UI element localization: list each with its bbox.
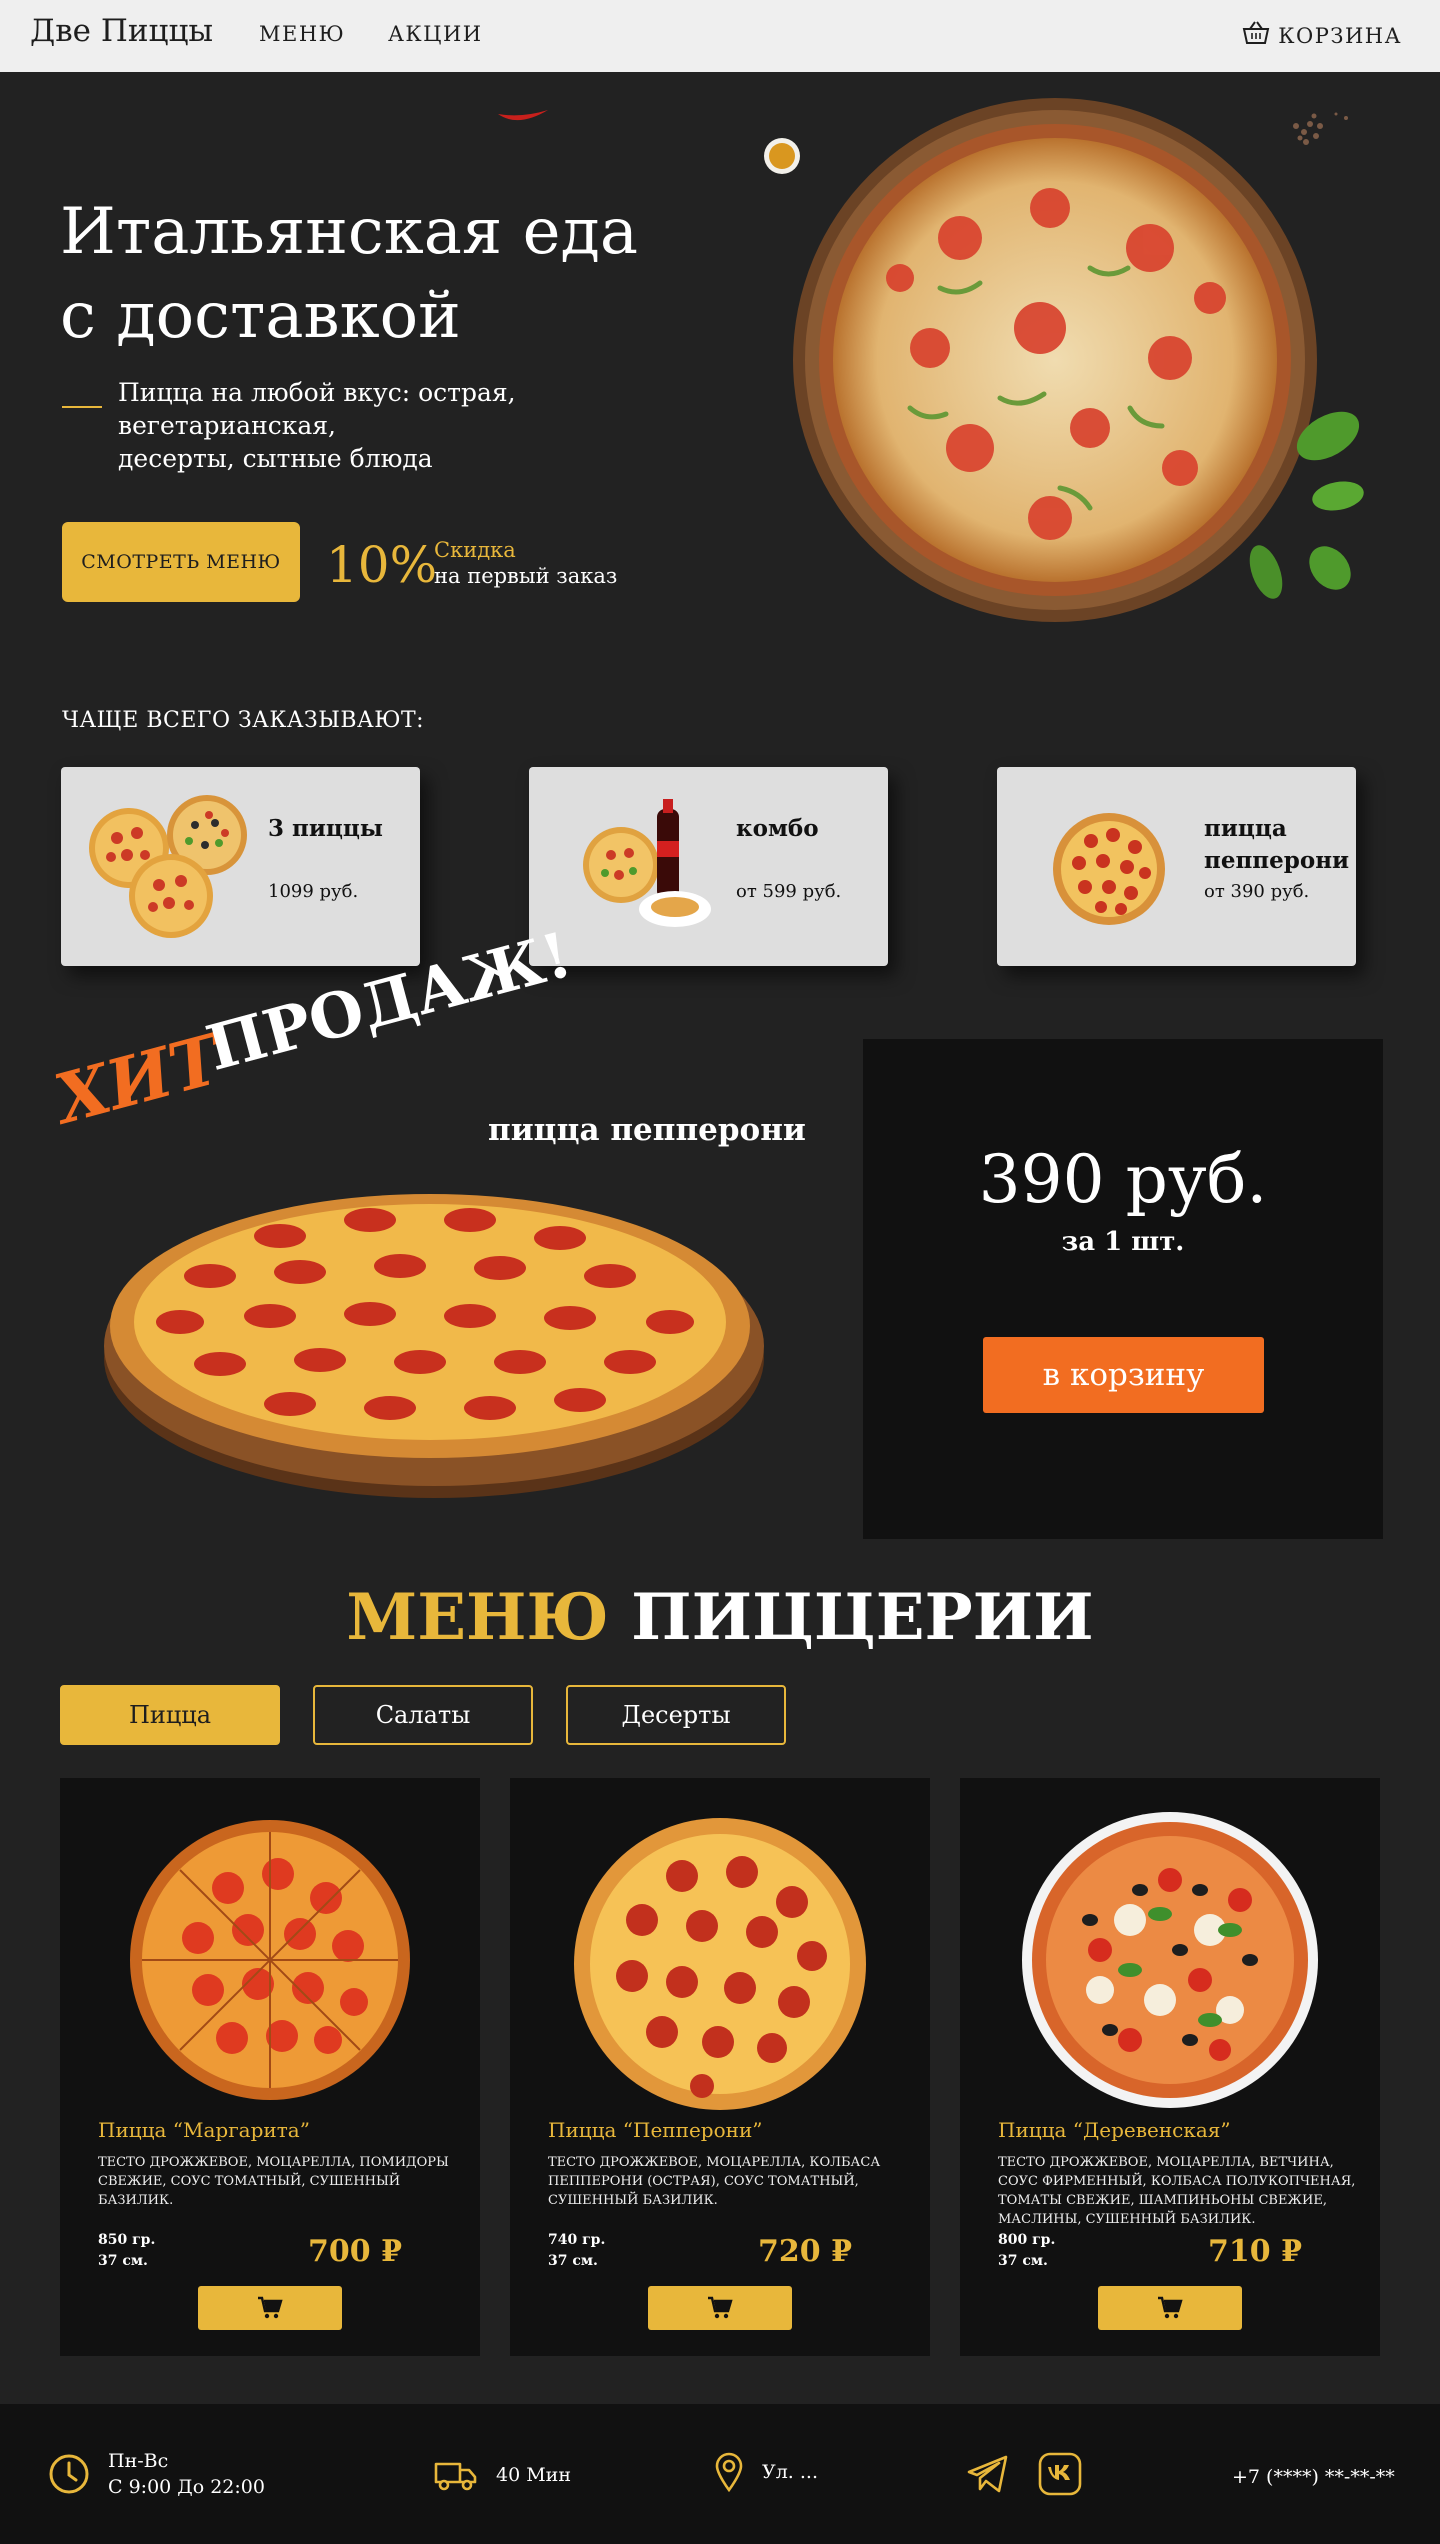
- menu-title: МЕНЮ ПИЦЦЕРИИ: [0, 1580, 1440, 1655]
- menu-item-price: 710 ₽: [1208, 2234, 1302, 2269]
- delivery-truck-icon: [434, 2462, 477, 2491]
- site-footer: Пн-Вс С 9:00 До 22:00 40 Мин Ул. ... +7 …: [0, 2404, 1440, 2544]
- add-to-cart-button[interactable]: [198, 2286, 342, 2330]
- hero-subtitle-line1: Пицца на любой вкус: острая, вегетарианс…: [118, 378, 516, 440]
- hero-dash: [62, 406, 102, 408]
- shopping-cart-icon: [258, 2296, 283, 2319]
- menu-item-size: 37 см.: [98, 2253, 148, 2269]
- popular-item-price: 1099 руб.: [268, 881, 359, 902]
- menu-item-weight: 850 гр.: [98, 2232, 156, 2248]
- promo-text: на первый заказ: [434, 564, 618, 588]
- hero-title-line2: с доставкой: [60, 279, 461, 353]
- menu-item-specs: 740 гр. 37 см.: [548, 2230, 605, 2272]
- hero-title: Итальянская еда с доставкой: [60, 190, 638, 358]
- hero-subtitle: Пицца на любой вкус: острая, вегетарианс…: [118, 376, 718, 475]
- menu-item-card: Пицца “Деревенская” Тесто дрожжевое, моц…: [960, 1778, 1380, 2356]
- popular-item-price: от 390 руб.: [1204, 881, 1310, 902]
- shopping-cart-icon: [1158, 2296, 1183, 2319]
- location-pin-icon: [715, 2452, 743, 2492]
- nav-menu-link[interactable]: МЕНЮ: [259, 21, 345, 47]
- popular-item-name: 3 пиццы: [268, 815, 383, 842]
- popular-item-name: комбо: [736, 815, 819, 842]
- menu-item-weight: 740 гр.: [548, 2232, 606, 2248]
- popular-item-name-line1: пицца: [1204, 815, 1287, 842]
- popular-card-combo[interactable]: комбо от 599 руб.: [529, 767, 888, 966]
- cart-link[interactable]: КОРЗИНА: [1242, 20, 1402, 51]
- footer-address[interactable]: Ул. ...: [714, 2452, 818, 2492]
- menu-item-name: Пицца “Маргарита”: [98, 2118, 310, 2142]
- view-menu-button[interactable]: СМОТРЕТЬ МЕНЮ: [62, 522, 300, 602]
- hero-subtitle-line2: десерты, сытные блюда: [118, 444, 433, 473]
- tab-salads[interactable]: Салаты: [313, 1685, 533, 1745]
- menu-item-card: Пицца “Пепперони” Тесто дрожжевое, моцар…: [510, 1778, 930, 2356]
- popular-item-price: от 599 руб.: [736, 881, 842, 902]
- promo-percent: 10%: [326, 536, 438, 594]
- menu-item-description: Тесто дрожжевое, моцарелла, колбаса пепп…: [548, 2155, 881, 2208]
- menu-title-accent: МЕНЮ: [346, 1580, 609, 1655]
- footer-hours-time: С 9:00 До 22:00: [108, 2476, 265, 2498]
- pepperoni-pizza-image: [574, 1818, 866, 2110]
- popular-card-pepperoni[interactable]: пицца пепперони от 390 руб.: [997, 767, 1356, 966]
- add-to-cart-button[interactable]: [648, 2286, 792, 2330]
- menu-item-card: Пицца “Маргарита” Тесто дрожжевое, моцар…: [60, 1778, 480, 2356]
- popular-item-name: пицца пепперони: [1204, 813, 1349, 877]
- add-to-cart-button[interactable]: в корзину: [983, 1337, 1264, 1413]
- popular-card-3-pizzas[interactable]: 3 пиццы 1099 руб.: [61, 767, 420, 966]
- hero-title-line1: Итальянская еда: [60, 195, 639, 269]
- logo[interactable]: Две Пиццы: [30, 12, 213, 50]
- bestseller-price-box: 390 руб. за 1 шт. в корзину: [863, 1039, 1383, 1539]
- telegram-icon[interactable]: [966, 2454, 1010, 2494]
- bestseller-price: 390 руб.: [978, 1141, 1268, 1218]
- menu-item-description: Тесто дрожжевое, моцарелла, ветчина, соу…: [998, 2155, 1356, 2227]
- footer-hours-days: Пн-Вс: [108, 2450, 169, 2472]
- add-to-cart-button[interactable]: [1098, 2286, 1242, 2330]
- menu-item-name: Пицца “Пепперони”: [548, 2118, 763, 2142]
- three-pizzas-image: [89, 795, 247, 938]
- tab-pizza[interactable]: Пицца: [60, 1685, 280, 1745]
- cart-label: КОРЗИНА: [1278, 23, 1402, 48]
- menu-item-specs: 800 гр. 37 см.: [998, 2230, 1055, 2272]
- bestseller-unit: за 1 шт.: [1061, 1227, 1185, 1257]
- menu-item-specs: 850 гр. 37 см.: [98, 2230, 155, 2272]
- vk-icon[interactable]: [1038, 2452, 1082, 2496]
- chili-pepper-icon: [498, 110, 548, 121]
- tab-desserts[interactable]: Десерты: [566, 1685, 786, 1745]
- bestseller-pizza-image: [104, 1194, 764, 1498]
- popular-item-name-line2: пепперони: [1204, 847, 1350, 874]
- margarita-pizza-image: [130, 1820, 410, 2100]
- menu-item-price: 720 ₽: [758, 2234, 852, 2269]
- bestseller-word-hit: ХИТ: [47, 1019, 230, 1140]
- shopping-cart-icon: [708, 2296, 733, 2319]
- menu-item-size: 37 см.: [998, 2253, 1048, 2269]
- nav-promo-link[interactable]: АКЦИИ: [388, 21, 483, 47]
- footer-hours: Пн-Вс С 9:00 До 22:00: [48, 2448, 265, 2500]
- footer-delivery-time: 40 Мин: [496, 2464, 571, 2486]
- menu-title-rest: ПИЦЦЕРИИ: [631, 1580, 1094, 1655]
- clock-icon: [49, 2454, 89, 2494]
- popular-title: ЧАЩЕ ВСЕГО ЗАКАЗЫВАЮТ:: [62, 708, 425, 733]
- menu-item-weight: 800 гр.: [998, 2232, 1056, 2248]
- promo-label: Скидка: [434, 538, 516, 562]
- basil-leaves-icon: [1249, 411, 1364, 599]
- bestseller-name: пицца пепперони: [488, 1112, 806, 1148]
- combo-image: [583, 799, 711, 927]
- footer-phone[interactable]: +7 (****) **-**-**: [1232, 2464, 1395, 2490]
- menu-item-name: Пицца “Деревенская”: [998, 2118, 1231, 2142]
- menu-item-price: 700 ₽: [308, 2234, 402, 2269]
- site-header: Две Пиццы МЕНЮ АКЦИИ КОРЗИНА: [0, 0, 1440, 72]
- menu-item-description: Тесто дрожжевое, моцарелла, помидоры све…: [98, 2155, 449, 2208]
- footer-delivery: 40 Мин: [434, 2458, 571, 2492]
- basket-icon: [1242, 20, 1270, 51]
- menu-item-size: 37 см.: [548, 2253, 598, 2269]
- country-pizza-image: [1022, 1812, 1318, 2108]
- pepperoni-pizza-image: [1053, 813, 1165, 925]
- footer-address-text: Ул. ...: [762, 2461, 818, 2483]
